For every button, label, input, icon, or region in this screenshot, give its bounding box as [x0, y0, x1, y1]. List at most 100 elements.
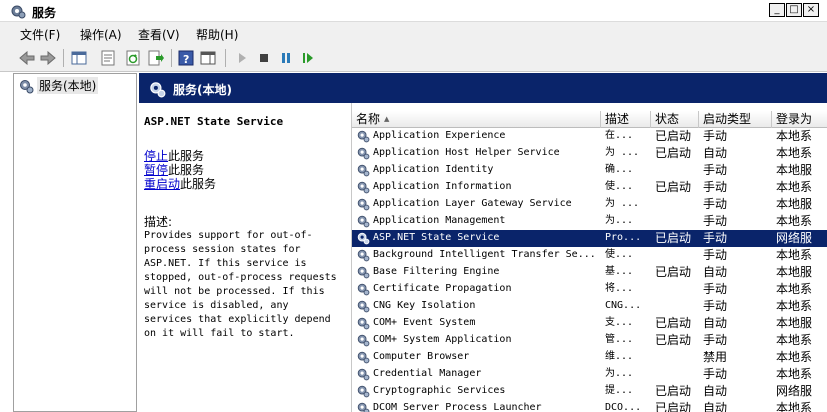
table-row[interactable]: Certificate Propagation 将... 手动 本地系 [352, 281, 827, 298]
service-gear-icon [356, 248, 370, 262]
table-row[interactable]: CNG Key Isolation CNG... 手动 本地系 [352, 298, 827, 315]
restart-service-link[interactable]: 重启动 [144, 177, 180, 191]
service-status-cell [655, 366, 699, 383]
table-row[interactable]: Application Identity 确... 手动 本地服 [352, 162, 827, 179]
pause-service-button[interactable] [277, 49, 295, 67]
table-row[interactable]: Background Intelligent Transfer Se... 使..… [352, 247, 827, 264]
table-row[interactable]: COM+ Event System 支... 已启动 自动 本地服 [352, 315, 827, 332]
column-header-status[interactable]: 状态 [651, 111, 699, 128]
properties-icon [101, 50, 115, 66]
maximize-button[interactable]: □ [786, 3, 802, 17]
service-name-cell: COM+ System Application [373, 334, 512, 345]
table-row[interactable]: Application Management 为... 手动 本地系 [352, 213, 827, 230]
service-startup-type-cell: 手动 [703, 197, 728, 211]
service-logon-cell: 本地系 [776, 146, 813, 160]
service-startup-type-cell: 自动 [703, 146, 728, 160]
table-row[interactable]: Application Experience 在... 已启动 手动 本地系 [352, 128, 827, 145]
services-rows: Application Experience 在... 已启动 手动 本地系 Applic… [352, 128, 827, 412]
service-startup-type-cell: 自动 [703, 384, 728, 398]
service-description-cell: 使... [605, 181, 634, 192]
column-header-row: 名称 ▲ 描述 状态 启动类型 登录为 [352, 111, 827, 128]
properties-button[interactable] [99, 49, 117, 67]
export-list-button[interactable] [147, 49, 165, 67]
stop-service-button[interactable] [255, 49, 273, 67]
service-name-cell: DCOM Server Process Launcher [373, 402, 542, 412]
column-header-logon[interactable]: 登录为 [772, 111, 827, 128]
back-arrow-icon [19, 51, 35, 65]
help-button[interactable]: ? [177, 49, 195, 67]
column-header-name[interactable]: 名称 ▲ [352, 111, 601, 128]
menu-action[interactable]: 操作(A) [80, 26, 122, 43]
service-logon-cell: 本地系 [776, 248, 813, 262]
table-row[interactable]: Computer Browser 维... 禁用 本地系 [352, 349, 827, 366]
service-name-cell: Certificate Propagation [373, 283, 512, 294]
sort-ascending-icon: ▲ [384, 115, 390, 123]
service-startup-type-cell: 自动 [703, 401, 728, 412]
service-logon-cell: 本地系 [776, 180, 813, 194]
back-button[interactable] [18, 49, 36, 67]
menu-view[interactable]: 查看(V) [138, 26, 180, 43]
service-description-cell: 为 ... [605, 147, 640, 158]
service-startup-type-cell: 自动 [703, 316, 728, 330]
service-startup-type-cell: 自动 [703, 265, 728, 279]
minimize-button[interactable]: _ [769, 3, 785, 17]
service-status-cell: 已启动 [655, 401, 692, 412]
service-name-cell: Application Layer Gateway Service [373, 198, 572, 209]
service-description-cell: DCO... [605, 402, 642, 412]
service-gear-icon [356, 367, 370, 381]
service-status-cell: 已启动 [655, 180, 692, 194]
table-row[interactable]: ASP.NET State Service Pro... 已启动 手动 网络服 [352, 230, 827, 247]
service-logon-cell: 网络服 [776, 231, 813, 245]
service-status-cell: 已启动 [655, 333, 692, 347]
maximize-icon: □ [789, 4, 799, 15]
play-icon [239, 53, 246, 63]
service-startup-type-cell: 手动 [703, 129, 728, 143]
service-logon-cell: 本地系 [776, 367, 813, 381]
service-status-cell: 已启动 [655, 384, 692, 398]
service-logon-cell: 网络服 [776, 384, 813, 398]
service-startup-type-cell: 手动 [703, 333, 728, 347]
menu-help[interactable]: 帮助(H) [196, 26, 238, 43]
show-hide-tree-button[interactable] [70, 49, 88, 67]
service-name-cell: Credential Manager [373, 368, 482, 379]
column-header-startup-type[interactable]: 启动类型 [699, 111, 772, 128]
column-header-description[interactable]: 描述 [601, 111, 651, 128]
close-icon: × [806, 4, 816, 15]
content-header: 服务(本地) [139, 73, 827, 103]
service-logon-cell: 本地系 [776, 282, 813, 296]
service-name-cell: Application Management [373, 215, 506, 226]
service-description-cell: 确... [605, 164, 634, 175]
table-row[interactable]: Credential Manager 为... 手动 本地系 [352, 366, 827, 383]
tree-item-services-local[interactable]: 服务(本地) [18, 77, 99, 94]
action-restart: 重启动此服务 [144, 175, 216, 192]
table-row[interactable]: Cryptographic Services 提... 已启动 自动 网络服 [352, 383, 827, 400]
table-row[interactable]: Application Layer Gateway Service 为 ... 手动… [352, 196, 827, 213]
toolbar-separator [171, 49, 172, 67]
menu-file[interactable]: 文件(F) [20, 26, 60, 43]
refresh-button[interactable] [124, 49, 142, 67]
service-gear-icon [356, 146, 370, 160]
services-gear-icon [11, 5, 26, 19]
forward-button[interactable] [39, 49, 57, 67]
service-name-cell: Computer Browser [373, 351, 470, 362]
service-description-cell: 维... [605, 351, 634, 362]
close-button[interactable]: × [803, 3, 819, 17]
restart-service-button[interactable] [299, 49, 317, 67]
service-startup-type-cell: 手动 [703, 231, 728, 245]
table-row[interactable]: Application Host Helper Service 为 ... 已启动自… [352, 145, 827, 162]
service-logon-cell: 本地服 [776, 316, 813, 330]
action-pane-icon [200, 51, 216, 65]
table-row[interactable]: COM+ System Application 管... 已启动 手动 本地系 [352, 332, 827, 349]
service-gear-icon [356, 350, 370, 364]
service-name-cell: Base Filtering Engine [373, 266, 500, 277]
show-action-pane-button[interactable] [199, 49, 217, 67]
table-row[interactable]: Base Filtering Engine 基... 已启动 自动 本地服 [352, 264, 827, 281]
service-status-cell: 已启动 [655, 265, 692, 279]
column-header-label: 状态 [655, 112, 680, 126]
service-description-cell: 为... [605, 368, 634, 379]
table-row[interactable]: DCOM Server Process Launcher DCO... 已启动 自动 本… [352, 400, 827, 412]
service-description-cell: 在... [605, 130, 634, 141]
start-service-button[interactable] [233, 49, 251, 67]
table-row[interactable]: Application Information 使... 已启动 手动 本地系 [352, 179, 827, 196]
service-status-cell [655, 349, 699, 366]
